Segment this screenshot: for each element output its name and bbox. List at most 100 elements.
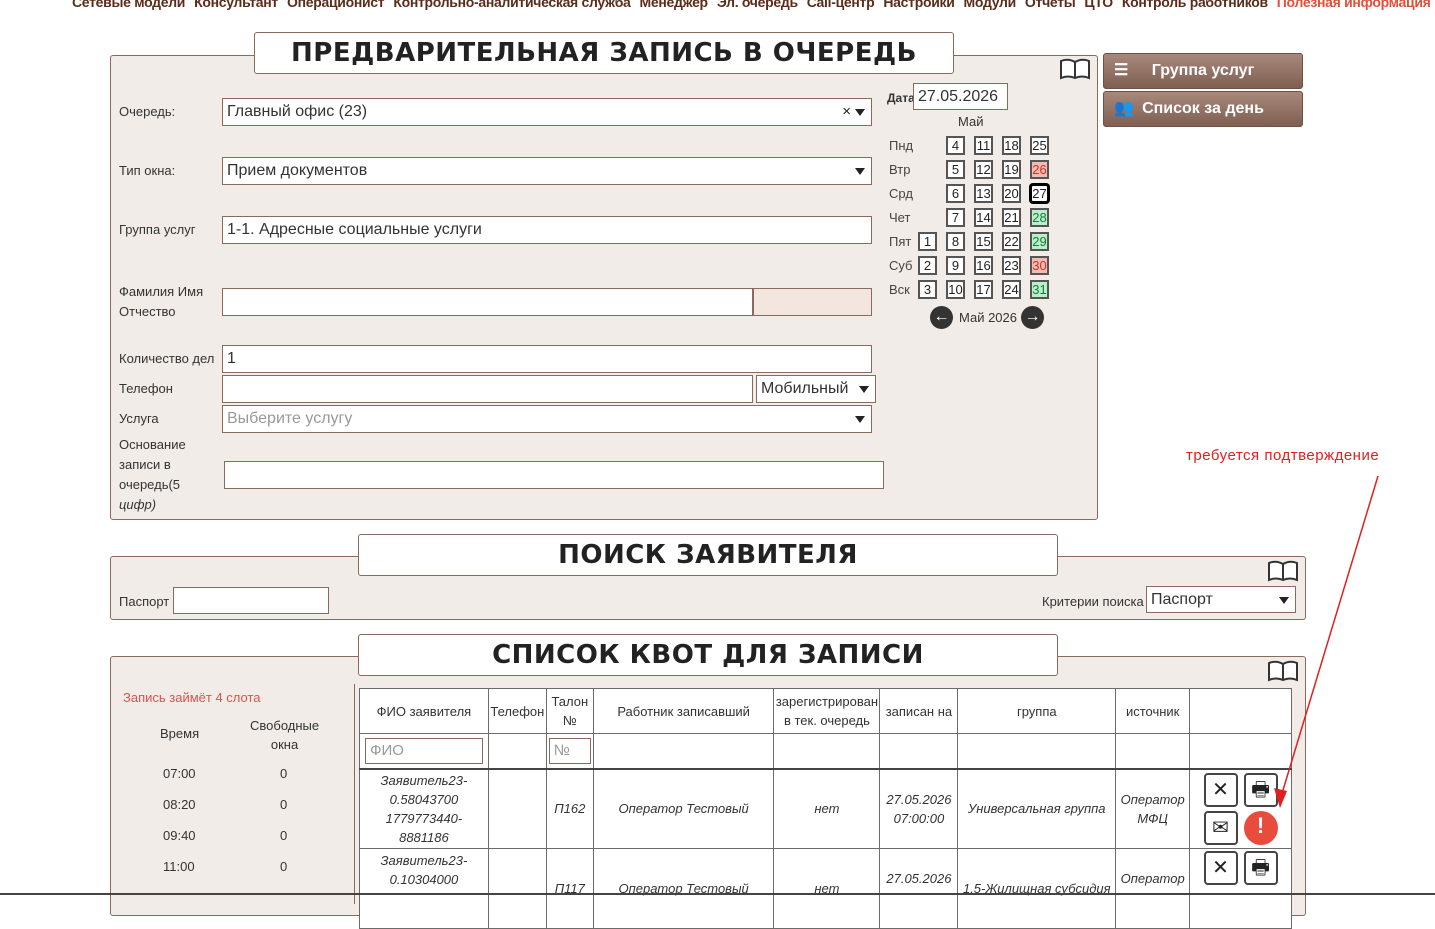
calendar-day[interactable]: 14 — [974, 208, 993, 227]
row-fio: Заявитель23- — [380, 772, 468, 788]
service-group-field[interactable]: 1-1. Адресные социальные услуги — [222, 216, 872, 244]
row-phone — [487, 848, 547, 929]
calendar-day[interactable]: 28 — [1030, 208, 1049, 227]
slot-time[interactable]: 07:00 — [163, 766, 196, 781]
nav-item[interactable]: Контрольно-аналитическая служба — [393, 0, 631, 10]
calendar-day[interactable]: 31 — [1030, 280, 1049, 299]
free-header-line2: окна — [270, 737, 299, 752]
calendar-day[interactable]: 29 — [1030, 232, 1049, 251]
chevron-down-icon[interactable] — [859, 386, 869, 393]
calendar-day[interactable]: 26 — [1030, 160, 1049, 179]
nav-item[interactable]: Настройки — [883, 0, 954, 10]
slot-time[interactable]: 08:20 — [163, 797, 196, 812]
nav-item[interactable]: Менеджер — [640, 0, 709, 10]
nav-item[interactable]: Сетевые модели — [72, 0, 185, 10]
delete-icon[interactable]: ✕ — [1203, 772, 1238, 807]
phone-input[interactable] — [222, 375, 753, 403]
calendar-day[interactable]: 20 — [1002, 184, 1021, 203]
fio-extra-field[interactable] — [753, 288, 872, 316]
chevron-down-icon[interactable] — [855, 416, 865, 423]
calendar-day[interactable]: 17 — [974, 280, 993, 299]
chevron-down-icon[interactable] — [855, 168, 865, 175]
fio-filter-input[interactable]: ФИО — [365, 737, 483, 764]
calendar-day[interactable]: 7 — [946, 208, 965, 227]
window-type-value: Прием документов — [227, 162, 368, 179]
service-group-label: Группа услуг — [119, 222, 196, 237]
col-registered[interactable]: зарегистрирован в тек. очередь — [773, 688, 881, 734]
calendar-day[interactable]: 25 — [1030, 136, 1049, 155]
nav-item[interactable]: Операционист — [287, 0, 385, 10]
col-fio[interactable]: ФИО заявителя — [359, 688, 489, 734]
calendar-day[interactable]: 22 — [1002, 232, 1021, 251]
calendar-day[interactable]: 5 — [946, 160, 965, 179]
calendar-day[interactable]: 24 — [1002, 280, 1021, 299]
basis-input[interactable] — [224, 461, 884, 489]
calendar-day[interactable]: 23 — [1002, 256, 1021, 275]
calendar-day[interactable]: 4 — [946, 136, 965, 155]
next-month-icon[interactable]: → — [1021, 306, 1044, 329]
chevron-down-icon[interactable] — [855, 109, 865, 116]
phone-type-select[interactable]: Мобильный — [756, 375, 876, 403]
date-input[interactable]: 27.05.2026 — [913, 83, 1008, 110]
col-group[interactable]: группа — [957, 688, 1117, 734]
calendar-day[interactable]: 13 — [974, 184, 993, 203]
col-ticket[interactable]: Талон № — [545, 688, 594, 734]
nav-item[interactable]: Эл. очередь — [717, 0, 798, 10]
delete-icon[interactable]: ✕ — [1203, 851, 1238, 885]
prev-month-icon[interactable]: ← — [930, 306, 953, 329]
calendar-month-footer: Май 2026 — [959, 310, 1017, 325]
slot-free-count: 0 — [280, 797, 288, 812]
calendar-day[interactable]: 2 — [918, 256, 937, 275]
nav-item[interactable]: Полезная информация — [1277, 0, 1431, 10]
nav-item[interactable]: ЦТО — [1084, 0, 1113, 10]
nav-item[interactable]: Консультант — [194, 0, 278, 10]
col-booked-for[interactable]: записан на — [879, 688, 959, 734]
search-title: ПОИСК ЗАЯВИТЕЛЯ — [358, 534, 1058, 576]
cases-input[interactable]: 1 — [222, 345, 872, 373]
calendar-day[interactable]: 3 — [918, 280, 937, 299]
basis-label-line1: Основание — [119, 437, 186, 452]
fio-input[interactable] — [222, 288, 753, 316]
window-type-select[interactable]: Прием документов — [222, 157, 872, 185]
service-label: Услуга — [119, 411, 159, 426]
calendar-day[interactable]: 15 — [974, 232, 993, 251]
users-icon: 👥 — [1114, 100, 1134, 117]
nav-item[interactable]: Call-центр — [807, 0, 875, 10]
calendar-day[interactable]: 1 — [918, 232, 937, 251]
calendar-day[interactable]: 12 — [974, 160, 993, 179]
col-source[interactable]: источник — [1115, 688, 1191, 734]
calendar-day[interactable]: 6 — [946, 184, 965, 203]
calendar-day[interactable]: 8 — [946, 232, 965, 251]
slot-time[interactable]: 09:40 — [163, 828, 196, 843]
calendar-day[interactable]: 21 — [1002, 208, 1021, 227]
day-list-button[interactable]: 👥 Список за день — [1103, 91, 1303, 127]
print-icon[interactable]: 🖶 — [1243, 851, 1278, 885]
passport-input[interactable] — [173, 587, 329, 614]
slot-time[interactable]: 11:00 — [163, 859, 195, 874]
calendar-weekday: Срд — [889, 186, 913, 201]
clear-icon[interactable]: × — [842, 99, 851, 125]
nav-item[interactable]: Контроль работников — [1122, 0, 1268, 10]
col-phone[interactable]: Телефон — [487, 688, 547, 734]
calendar-day[interactable]: 27 — [1030, 184, 1049, 203]
calendar-day[interactable]: 18 — [1002, 136, 1021, 155]
table-row[interactable]: Заявитель23- 0.58043700 1779773440- 8881… — [359, 768, 1292, 849]
help-book-icon[interactable] — [1059, 58, 1091, 80]
nav-item[interactable]: Отчеты — [1025, 0, 1076, 10]
mail-icon[interactable]: ✉ — [1203, 810, 1238, 845]
col-worker[interactable]: Работник записавший — [592, 688, 775, 734]
calendar-day[interactable]: 16 — [974, 256, 993, 275]
queue-select[interactable]: Главный офис (23) × — [222, 98, 872, 126]
calendar-day[interactable]: 19 — [1002, 160, 1021, 179]
service-groups-button[interactable]: ☰ Группа услуг — [1103, 53, 1303, 89]
calendar-day[interactable]: 10 — [946, 280, 965, 299]
calendar-day[interactable]: 30 — [1030, 256, 1049, 275]
nav-item[interactable]: Модули — [964, 0, 1017, 10]
row-fio: 0.10304000 — [389, 872, 459, 887]
annotation-arrow — [1274, 475, 1379, 808]
calendar-day[interactable]: 11 — [974, 136, 993, 155]
ticket-filter-input[interactable]: № — [548, 737, 591, 764]
service-select[interactable]: Выберите услугу — [222, 405, 872, 433]
calendar-day[interactable]: 9 — [946, 256, 965, 275]
table-row[interactable]: Заявитель23- 0.10304000 П117 Оператор Те… — [359, 848, 1292, 929]
